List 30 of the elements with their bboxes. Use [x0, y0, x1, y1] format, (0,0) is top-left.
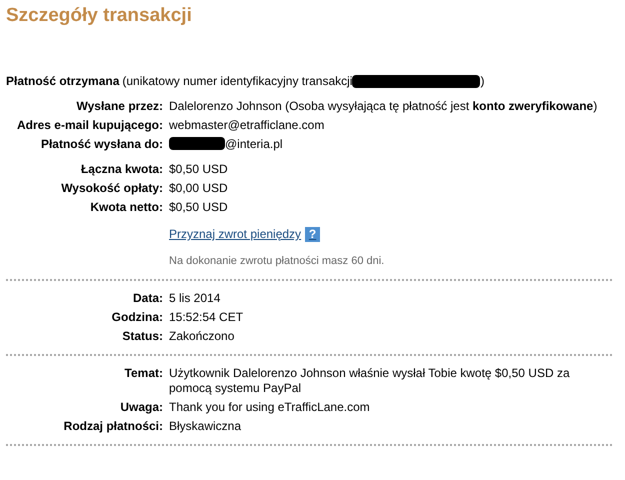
- field-label: Godzina:: [112, 310, 163, 324]
- field-label: Rodzaj płatności:: [64, 419, 163, 433]
- field-label: Wysłane przez:: [76, 99, 163, 113]
- field-value: $0,50 USD: [169, 200, 228, 215]
- field-label: Kwota netto:: [90, 200, 163, 214]
- field-value: 15:52:54 CET: [169, 310, 244, 325]
- field-label: Adres e-mail kupującego:: [16, 118, 163, 132]
- field-value: webmaster@etrafficlane.com: [169, 118, 324, 133]
- field-value: $0,50 USD: [169, 162, 228, 177]
- field-value: Dalelorenzo Johnson (Osoba wysyłająca tę płatność jest konto zweryfikowane): [169, 99, 598, 114]
- payment-received-label: Płatność otrzymana: [6, 73, 120, 89]
- field-label: Temat:: [124, 366, 163, 380]
- closing-parenthesis: ): [480, 73, 484, 89]
- refund-link[interactable]: Przyznaj zwrot pieniędzy: [169, 227, 302, 242]
- field-label: Data:: [132, 291, 163, 305]
- field-label: Uwaga:: [120, 400, 163, 414]
- field-label: Status:: [122, 329, 163, 343]
- field-value: @interia.pl: [225, 137, 283, 152]
- field-label: Wysokość opłaty:: [61, 181, 163, 195]
- field-value: 5 lis 2014: [169, 291, 220, 306]
- field-label: Łączna kwota:: [80, 162, 163, 176]
- field-value: Zakończono: [169, 329, 234, 344]
- field-value: Błyskawiczna: [169, 419, 242, 434]
- page-title: Szczegóły transakcji: [6, 4, 193, 28]
- field-label: Płatność wysłana do:: [40, 137, 163, 151]
- transaction-id-text: (unikatowy numer identyfikacyjny transakcji: [122, 73, 352, 89]
- field-value: Użytkownik Dalelorenzo Johnson właśnie wysłał Tobie kwotę $0,50 USD za pomocą systemu PayPal: [169, 366, 571, 396]
- field-value: $0,00 USD: [169, 181, 228, 196]
- field-value: Thank you for using eTrafficLane.com: [169, 400, 370, 415]
- refund-note: Na dokonanie zwrotu płatności masz 60 dni.: [169, 254, 384, 269]
